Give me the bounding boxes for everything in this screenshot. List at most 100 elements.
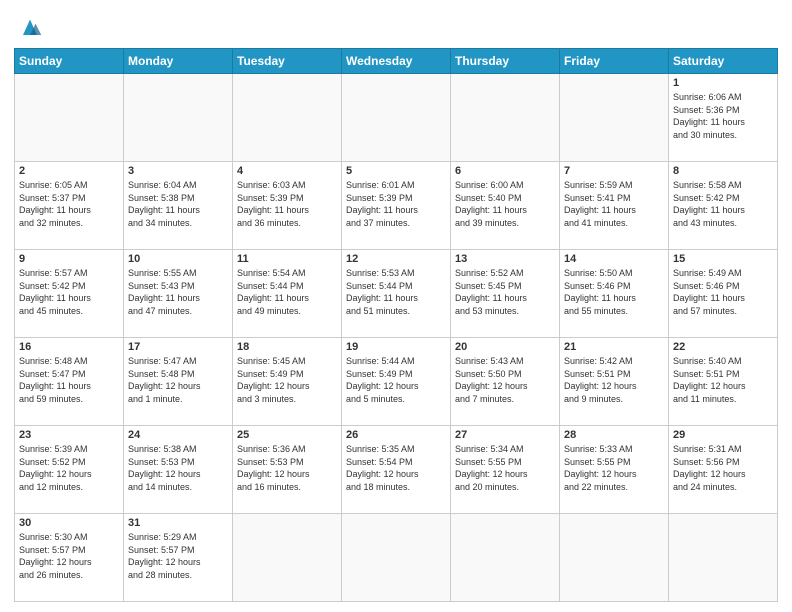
day-info: Sunrise: 5:43 AM Sunset: 5:50 PM Dayligh…	[455, 355, 555, 405]
day-number: 31	[128, 517, 228, 529]
day-number: 13	[455, 253, 555, 265]
day-number: 19	[346, 341, 446, 353]
day-cell	[15, 74, 124, 162]
day-info: Sunrise: 6:03 AM Sunset: 5:39 PM Dayligh…	[237, 179, 337, 229]
day-number: 24	[128, 429, 228, 441]
day-number: 16	[19, 341, 119, 353]
day-number: 29	[673, 429, 773, 441]
day-number: 8	[673, 165, 773, 177]
day-number: 30	[19, 517, 119, 529]
day-cell: 2 Sunrise: 6:05 AM Sunset: 5:37 PM Daylig…	[15, 162, 124, 250]
day-info: Sunrise: 5:44 AM Sunset: 5:49 PM Dayligh…	[346, 355, 446, 405]
day-info: Sunrise: 5:40 AM Sunset: 5:51 PM Dayligh…	[673, 355, 773, 405]
day-info: Sunrise: 5:58 AM Sunset: 5:42 PM Dayligh…	[673, 179, 773, 229]
week-row-5: 23 Sunrise: 5:39 AM Sunset: 5:52 PM Dayli…	[15, 426, 778, 514]
day-cell: 17 Sunrise: 5:47 AM Sunset: 5:48 PM Dayli…	[124, 338, 233, 426]
day-number: 3	[128, 165, 228, 177]
week-row-6: 30Sunrise: 5:30 AM Sunset: 5:57 PM Dayli…	[15, 514, 778, 602]
day-info: Sunrise: 6:06 AM Sunset: 5:36 PM Dayligh…	[673, 91, 773, 141]
header	[14, 10, 778, 42]
day-cell: 18 Sunrise: 5:45 AM Sunset: 5:49 PM Dayli…	[233, 338, 342, 426]
day-number: 6	[455, 165, 555, 177]
day-number: 18	[237, 341, 337, 353]
week-row-4: 16Sunrise: 5:48 AM Sunset: 5:47 PM Dayli…	[15, 338, 778, 426]
day-cell: 24Sunrise: 5:38 AM Sunset: 5:53 PM Dayli…	[124, 426, 233, 514]
day-number: 17	[128, 341, 228, 353]
weekday-sunday: Sunday	[15, 49, 124, 74]
weekday-monday: Monday	[124, 49, 233, 74]
day-number: 4	[237, 165, 337, 177]
day-number: 5	[346, 165, 446, 177]
day-info: Sunrise: 5:59 AM Sunset: 5:41 PM Dayligh…	[564, 179, 664, 229]
day-cell: 13 Sunrise: 5:52 AM Sunset: 5:45 PM Dayli…	[451, 250, 560, 338]
day-info: Sunrise: 5:36 AM Sunset: 5:53 PM Dayligh…	[237, 443, 337, 493]
day-number: 15	[673, 253, 773, 265]
day-cell: 8 Sunrise: 5:58 AM Sunset: 5:42 PM Daylig…	[669, 162, 778, 250]
day-cell: 11Sunrise: 5:54 AM Sunset: 5:44 PM Dayli…	[233, 250, 342, 338]
day-number: 21	[564, 341, 664, 353]
day-cell: 5 Sunrise: 6:01 AM Sunset: 5:39 PM Daylig…	[342, 162, 451, 250]
day-info: Sunrise: 5:54 AM Sunset: 5:44 PM Dayligh…	[237, 267, 337, 317]
day-info: Sunrise: 6:05 AM Sunset: 5:37 PM Dayligh…	[19, 179, 119, 229]
day-cell: 3 Sunrise: 6:04 AM Sunset: 5:38 PM Daylig…	[124, 162, 233, 250]
day-info: Sunrise: 5:47 AM Sunset: 5:48 PM Dayligh…	[128, 355, 228, 405]
day-cell: 19 Sunrise: 5:44 AM Sunset: 5:49 PM Dayli…	[342, 338, 451, 426]
day-cell	[669, 514, 778, 602]
day-info: Sunrise: 5:42 AM Sunset: 5:51 PM Dayligh…	[564, 355, 664, 405]
day-cell	[342, 514, 451, 602]
calendar: SundayMondayTuesdayWednesdayThursdayFrid…	[14, 48, 778, 602]
day-cell: 9 Sunrise: 5:57 AM Sunset: 5:42 PM Daylig…	[15, 250, 124, 338]
day-cell: 26Sunrise: 5:35 AM Sunset: 5:54 PM Dayli…	[342, 426, 451, 514]
page: SundayMondayTuesdayWednesdayThursdayFrid…	[0, 0, 792, 612]
weekday-friday: Friday	[560, 49, 669, 74]
day-cell	[451, 514, 560, 602]
day-number: 9	[19, 253, 119, 265]
day-cell: 31 Sunrise: 5:29 AM Sunset: 5:57 PM Dayli…	[124, 514, 233, 602]
day-number: 28	[564, 429, 664, 441]
day-number: 26	[346, 429, 446, 441]
day-cell	[233, 74, 342, 162]
day-cell	[560, 514, 669, 602]
day-info: Sunrise: 5:29 AM Sunset: 5:57 PM Dayligh…	[128, 531, 228, 581]
day-info: Sunrise: 5:39 AM Sunset: 5:52 PM Dayligh…	[19, 443, 119, 493]
day-number: 7	[564, 165, 664, 177]
week-row-3: 9 Sunrise: 5:57 AM Sunset: 5:42 PM Daylig…	[15, 250, 778, 338]
day-info: Sunrise: 5:52 AM Sunset: 5:45 PM Dayligh…	[455, 267, 555, 317]
day-number: 20	[455, 341, 555, 353]
day-cell	[233, 514, 342, 602]
day-cell	[124, 74, 233, 162]
weekday-saturday: Saturday	[669, 49, 778, 74]
day-cell	[451, 74, 560, 162]
day-info: Sunrise: 5:53 AM Sunset: 5:44 PM Dayligh…	[346, 267, 446, 317]
weekday-wednesday: Wednesday	[342, 49, 451, 74]
day-info: Sunrise: 5:45 AM Sunset: 5:49 PM Dayligh…	[237, 355, 337, 405]
day-number: 14	[564, 253, 664, 265]
weekday-thursday: Thursday	[451, 49, 560, 74]
day-number: 1	[673, 77, 773, 89]
day-cell	[342, 74, 451, 162]
day-number: 22	[673, 341, 773, 353]
day-info: Sunrise: 5:57 AM Sunset: 5:42 PM Dayligh…	[19, 267, 119, 317]
day-cell: 23 Sunrise: 5:39 AM Sunset: 5:52 PM Dayli…	[15, 426, 124, 514]
day-number: 10	[128, 253, 228, 265]
weekday-tuesday: Tuesday	[233, 49, 342, 74]
day-info: Sunrise: 5:34 AM Sunset: 5:55 PM Dayligh…	[455, 443, 555, 493]
day-cell	[560, 74, 669, 162]
day-info: Sunrise: 6:01 AM Sunset: 5:39 PM Dayligh…	[346, 179, 446, 229]
day-cell: 29Sunrise: 5:31 AM Sunset: 5:56 PM Dayli…	[669, 426, 778, 514]
day-cell: 30Sunrise: 5:30 AM Sunset: 5:57 PM Dayli…	[15, 514, 124, 602]
day-info: Sunrise: 6:00 AM Sunset: 5:40 PM Dayligh…	[455, 179, 555, 229]
day-number: 12	[346, 253, 446, 265]
day-cell: 6 Sunrise: 6:00 AM Sunset: 5:40 PM Daylig…	[451, 162, 560, 250]
day-cell: 12 Sunrise: 5:53 AM Sunset: 5:44 PM Dayli…	[342, 250, 451, 338]
day-number: 2	[19, 165, 119, 177]
day-cell: 1 Sunrise: 6:06 AM Sunset: 5:36 PM Daylig…	[669, 74, 778, 162]
day-cell: 20 Sunrise: 5:43 AM Sunset: 5:50 PM Dayli…	[451, 338, 560, 426]
day-number: 23	[19, 429, 119, 441]
day-cell: 16Sunrise: 5:48 AM Sunset: 5:47 PM Dayli…	[15, 338, 124, 426]
logo	[14, 14, 44, 42]
day-cell: 14Sunrise: 5:50 AM Sunset: 5:46 PM Dayli…	[560, 250, 669, 338]
day-cell: 25Sunrise: 5:36 AM Sunset: 5:53 PM Dayli…	[233, 426, 342, 514]
day-cell: 22 Sunrise: 5:40 AM Sunset: 5:51 PM Dayli…	[669, 338, 778, 426]
day-info: Sunrise: 6:04 AM Sunset: 5:38 PM Dayligh…	[128, 179, 228, 229]
